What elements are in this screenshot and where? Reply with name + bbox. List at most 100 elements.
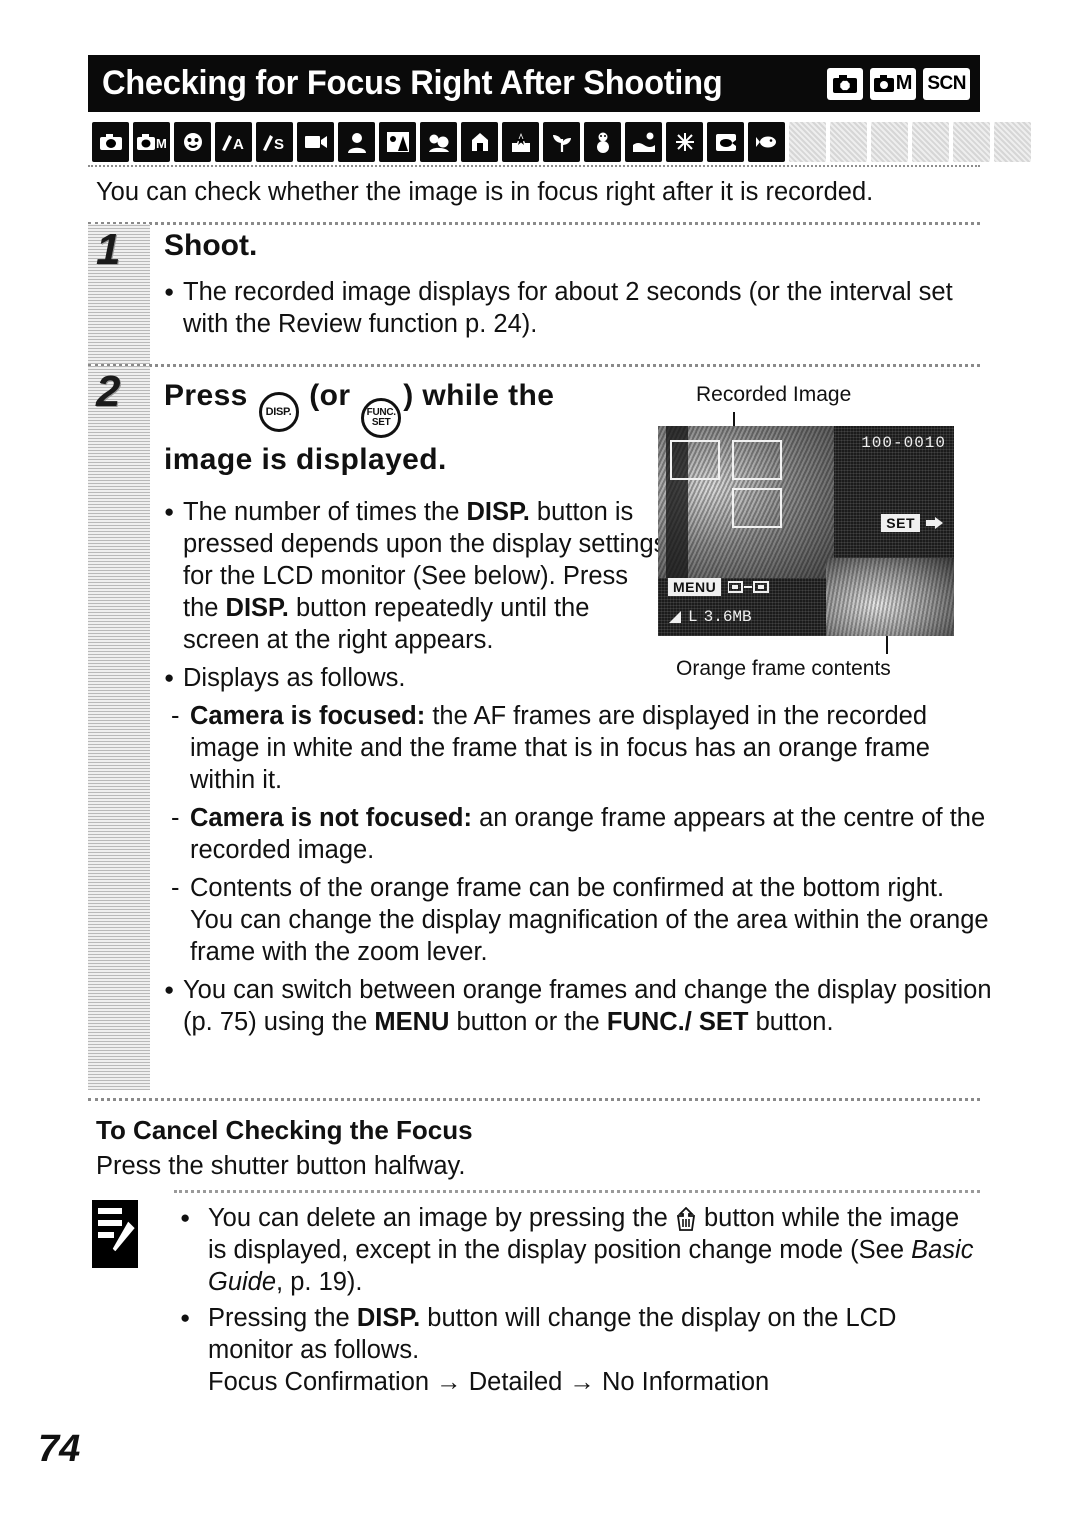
lcd-set-indicator: SET <box>881 514 944 532</box>
func-set-button-glyph[interactable]: FUNC. SET <box>361 397 402 438</box>
portrait-icon <box>338 122 375 162</box>
dash-1-bold: Camera is focused: <box>190 701 426 730</box>
b1-disp-2: DISP. <box>225 593 289 622</box>
section-header-bar: Checking for Focus Right After Shooting … <box>88 55 980 112</box>
movie-icon <box>297 122 334 162</box>
step-2-heading-press: Press <box>164 379 248 412</box>
set-label: SET <box>371 416 391 428</box>
intro-text: You can check whether the image is in fo… <box>96 178 874 206</box>
kids-and-pets-icon <box>420 122 457 162</box>
disabled-mode-3-icon <box>871 122 908 162</box>
lcd-screenshot: 100-0010 SET MENU L 3.6MB <box>658 426 954 636</box>
note-pencil-icon <box>88 1198 150 1274</box>
auto-camera-icon <box>832 74 857 93</box>
step-1-bullet: The recorded image displays for about 2 … <box>164 276 980 340</box>
my-colors-a-icon: A <box>215 122 252 162</box>
b3-t3: button. <box>748 1007 834 1036</box>
step-1-divider <box>88 222 980 225</box>
b1-disp-1: DISP. <box>466 497 530 526</box>
svg-text:M: M <box>156 136 167 151</box>
manual-page: Checking for Focus Right After Shooting … <box>0 0 1080 1523</box>
mode-badge-group: M SCN <box>826 67 970 100</box>
dash-2-bold: Camera is not focused: <box>190 803 472 832</box>
note-body: You can delete an image by pressing the … <box>174 1202 980 1398</box>
plant-icon <box>543 122 580 162</box>
b3-funcset: FUNC./ SET <box>606 1007 749 1036</box>
auto-mode-badge <box>826 67 863 100</box>
manual-mode-badge: M <box>869 67 917 100</box>
note-divider <box>174 1190 980 1193</box>
step-2-dash-1: Camera is focused: the AF frames are dis… <box>164 700 990 796</box>
cancel-section-divider <box>88 1098 980 1101</box>
frame-switch-icon <box>728 581 770 593</box>
step-2-gutter: 2 <box>88 366 150 1090</box>
step-2-heading-tail: ) while the <box>403 379 555 412</box>
disp-button-glyph[interactable]: DISP. <box>258 392 299 433</box>
mode-icon-strip: M A S <box>88 119 1031 167</box>
note-2-disp: DISP. <box>356 1304 421 1332</box>
manual-mode-label: M <box>895 72 913 94</box>
step-2-heading-or: (or <box>309 379 351 412</box>
figure-caption-recorded-image: Recorded Image <box>696 383 852 406</box>
figure-caption-orange-frame: Orange frame contents <box>676 657 891 680</box>
disabled-mode-2-icon <box>830 122 867 162</box>
aquarium-icon <box>707 122 744 162</box>
step-1-number: 1 <box>96 225 121 274</box>
step-2-divider <box>88 364 980 367</box>
snow-icon <box>584 122 621 162</box>
disabled-mode-6-icon <box>994 122 1031 162</box>
disabled-mode-5-icon <box>953 122 990 162</box>
step-2-bullet-1: The number of times the DISP. button is … <box>164 496 668 656</box>
lcd-size-row: L 3.6MB <box>668 608 752 626</box>
stitch-assist-s-icon: S <box>256 122 293 162</box>
lcd-file-number: 100-0010 <box>861 434 946 452</box>
note-bullet-1: You can delete an image by pressing the … <box>174 1202 980 1298</box>
af-frame-2 <box>732 440 782 480</box>
note-display-sequence: Focus Confirmation → Detailed → No Infor… <box>208 1368 770 1396</box>
svg-text:S: S <box>274 136 284 152</box>
digital-macro-icon <box>174 122 211 162</box>
lcd-set-label: SET <box>881 514 920 532</box>
fireworks-icon <box>666 122 703 162</box>
lcd-image-quality: L <box>688 608 698 626</box>
page-number: 74 <box>38 1428 81 1470</box>
compression-icon <box>669 611 681 623</box>
camera-body-icon <box>873 74 894 92</box>
step-2-bullet-3: You can switch between orange frames and… <box>164 974 999 1038</box>
af-frame-3 <box>732 488 782 528</box>
disabled-mode-4-icon <box>912 122 949 162</box>
note-2-pre: Pressing the <box>208 1304 357 1332</box>
step-2-number: 2 <box>96 367 121 416</box>
indoor-icon <box>461 122 498 162</box>
dash-3-text: Contents of the orange frame can be conf… <box>190 873 989 966</box>
underwater-icon <box>748 122 785 162</box>
svg-text:A: A <box>233 136 244 152</box>
lcd-file-size: 3.6MB <box>703 608 752 626</box>
step-2-dash-2: Camera is not focused: an orange frame a… <box>164 802 990 866</box>
auto-icon <box>92 122 129 162</box>
disabled-mode-1-icon <box>789 122 826 162</box>
step-1-heading: Shoot. <box>164 229 258 262</box>
b1-t1: The number of times the <box>183 497 467 526</box>
camera-m-icon: M <box>133 122 170 162</box>
af-frame-1 <box>670 440 720 480</box>
cancel-section-heading: To Cancel Checking the Focus <box>96 1115 473 1145</box>
b3-menu: MENU <box>374 1007 450 1036</box>
lcd-figure: Recorded Image <box>654 382 980 408</box>
set-arrow-icon <box>926 517 943 529</box>
step-2-dash-3: Contents of the orange frame can be conf… <box>164 872 990 968</box>
step-1-gutter: 1 <box>88 224 150 364</box>
night-snapshot-icon <box>379 122 416 162</box>
page-title: Checking for Focus Right After Shooting <box>102 64 723 102</box>
trash-delete-icon <box>676 1206 695 1231</box>
cancel-section-text: Press the shutter button halfway. <box>96 1152 466 1180</box>
note-bullet-2: Pressing the DISP. button will change th… <box>174 1302 980 1366</box>
beach-icon <box>625 122 662 162</box>
step-2-heading-line2: image is displayed. <box>164 442 447 476</box>
lcd-menu-label: MENU <box>668 578 722 596</box>
note-1-pre: You can delete an image by pressing the <box>208 1204 675 1232</box>
foliage-icon <box>502 122 539 162</box>
scene-mode-badge: SCN <box>923 67 970 100</box>
leader-line-bottom <box>886 636 888 654</box>
note-1-post-b: , p. 19). <box>276 1268 363 1296</box>
